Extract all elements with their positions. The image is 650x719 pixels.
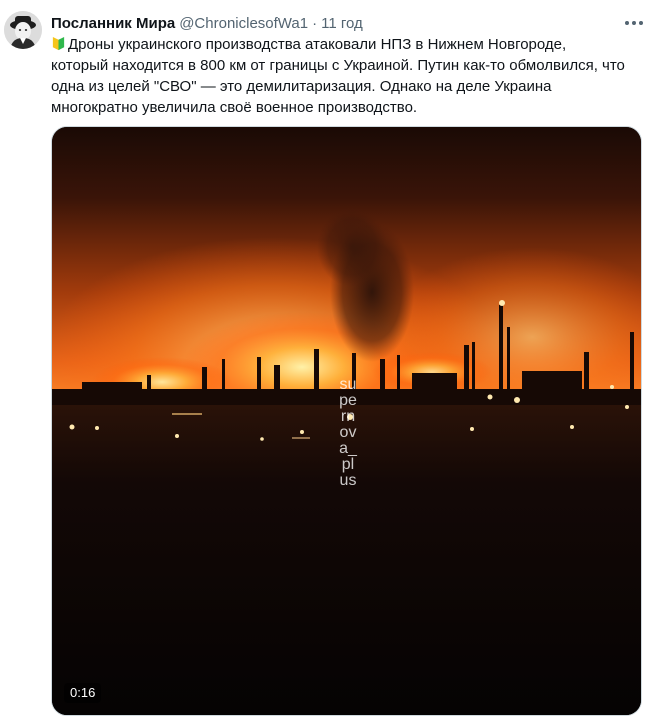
tweet-text-line-3: одна из целей "СВО" — это демилитаризаци… (51, 78, 552, 95)
more-options-button[interactable] (622, 12, 646, 34)
video-watermark: supernova_plus (339, 376, 357, 489)
tweet-text-line-1: Дроны украинского производства атаковали… (68, 36, 567, 53)
avatar-portrait-icon (4, 11, 42, 49)
tweet[interactable]: Посланник Мира @ChroniclesofWa1 · 11 год… (0, 0, 650, 719)
tweet-timestamp[interactable]: 11 год (321, 15, 363, 32)
video-player[interactable]: supernova_plus 0:16 (51, 126, 642, 716)
tweet-header: Посланник Мира @ChroniclesofWa1 · 11 год (51, 13, 363, 33)
tweet-text-line-2: который находится в 800 км от границы с … (51, 57, 625, 74)
avatar[interactable] (4, 11, 42, 49)
separator-dot: · (312, 14, 318, 32)
tweet-text-line-4: многократно увеличила своё военное произ… (51, 99, 418, 116)
tweet-text: Дроны украинского производства атаковали… (51, 34, 641, 118)
beginner-shield-emoji-icon (52, 36, 65, 51)
video-duration-badge: 0:16 (64, 683, 102, 703)
ellipsis-icon (625, 21, 643, 25)
display-name[interactable]: Посланник Мира (51, 15, 175, 32)
user-handle[interactable]: @ChroniclesofWa1 (179, 15, 308, 32)
